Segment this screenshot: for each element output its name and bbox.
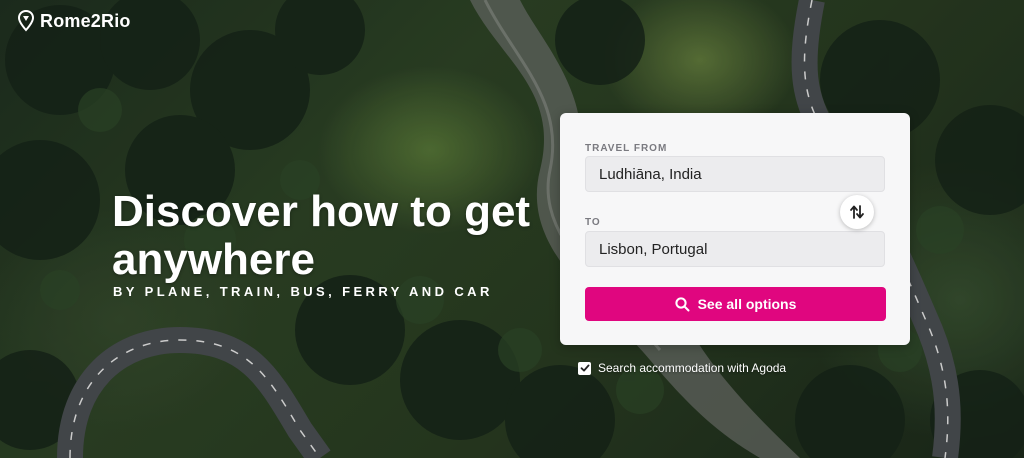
brand-name: Rome2Rio (40, 10, 131, 31)
travel-to-label: TO (585, 217, 601, 228)
hero-headline: Discover how to get anywhere (112, 187, 531, 284)
page-bottom-edge (0, 458, 1024, 468)
travel-from-input[interactable] (585, 156, 885, 192)
see-all-options-label: See all options (697, 296, 797, 312)
agoda-checkbox[interactable] (578, 361, 591, 375)
swap-vertical-icon (850, 205, 864, 219)
location-pin-icon (18, 10, 34, 32)
search-card: TRAVEL FROM TO See all options (560, 113, 910, 345)
see-all-options-button[interactable]: See all options (585, 287, 886, 321)
travel-from-label: TRAVEL FROM (585, 143, 668, 154)
agoda-option[interactable]: Search accommodation with Agoda (578, 361, 786, 375)
brand-logo[interactable]: Rome2Rio (18, 10, 131, 32)
swap-locations-button[interactable] (840, 195, 874, 229)
search-icon (674, 296, 690, 311)
hero-subheadline: BY PLANE, TRAIN, BUS, FERRY AND CAR (113, 284, 493, 299)
agoda-label: Search accommodation with Agoda (598, 361, 787, 375)
checkmark-icon (580, 364, 589, 372)
travel-to-input[interactable] (585, 231, 885, 267)
